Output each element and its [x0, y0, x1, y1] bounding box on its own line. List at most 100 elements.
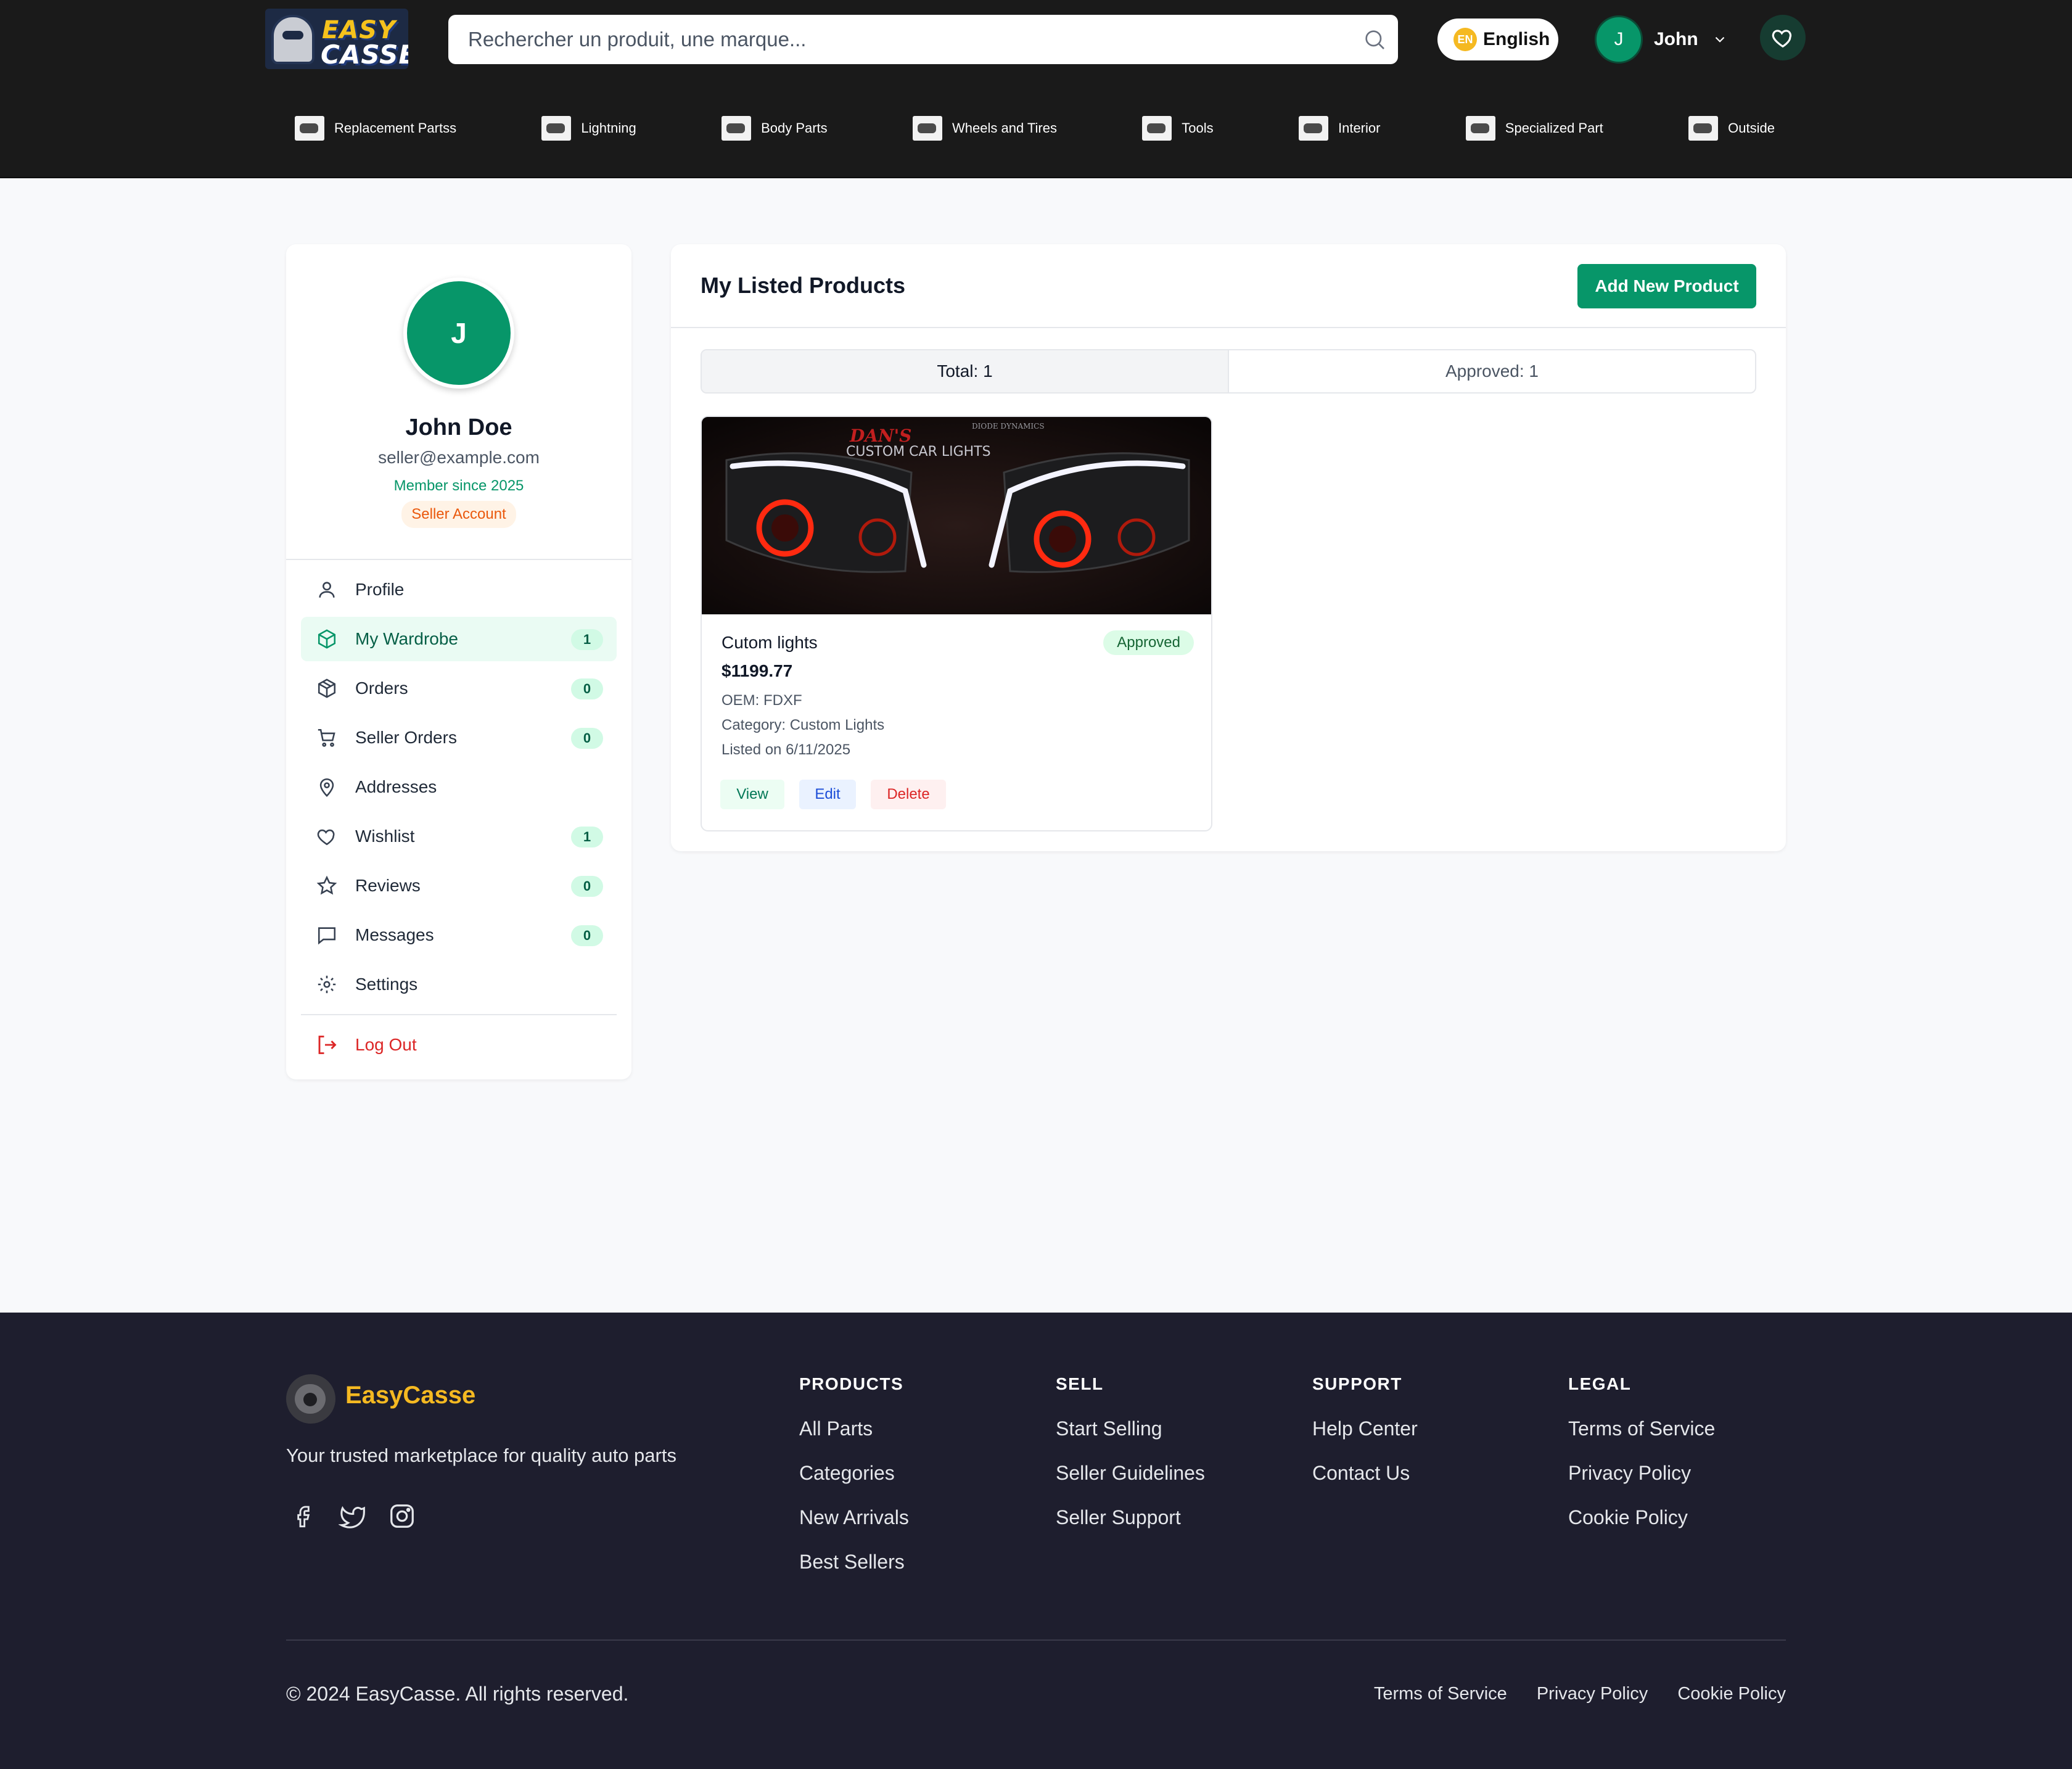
- footer-link-help-center[interactable]: Help Center: [1312, 1417, 1418, 1462]
- category-nav: Replacement Partss Lightning Body Parts …: [295, 115, 1775, 142]
- logout-label: Log Out: [355, 1035, 417, 1054]
- footer-link-seller-guidelines[interactable]: Seller Guidelines: [1056, 1462, 1205, 1506]
- menu-item-label: Addresses: [355, 777, 437, 796]
- footer-link-terms[interactable]: Terms of Service: [1568, 1417, 1715, 1462]
- specialized-part-icon: [1465, 116, 1495, 141]
- footer-link-cookie[interactable]: Cookie Policy: [1568, 1506, 1715, 1551]
- footer-link-new-arrivals[interactable]: New Arrivals: [799, 1506, 909, 1551]
- image-subcaption: CUSTOM CAR LIGHTS: [846, 444, 991, 460]
- footer-link-privacy[interactable]: Privacy Policy: [1568, 1462, 1715, 1506]
- logout-icon: [314, 1033, 339, 1057]
- category-label: Replacement Partss: [334, 120, 457, 136]
- category-replacement-parts[interactable]: Replacement Partss: [295, 116, 456, 141]
- mascot-icon: [271, 15, 314, 64]
- bottom-link-cookie[interactable]: Cookie Policy: [1677, 1684, 1786, 1704]
- add-new-product-button[interactable]: Add New Product: [1577, 264, 1756, 308]
- footer-brand[interactable]: EasyCasse: [345, 1382, 475, 1409]
- footer-logo[interactable]: [286, 1374, 335, 1424]
- star-icon: [314, 873, 339, 898]
- menu-item-addresses[interactable]: Addresses: [301, 765, 617, 809]
- category-lightning[interactable]: Lightning: [541, 116, 636, 141]
- view-button[interactable]: View: [720, 780, 784, 809]
- logo-text-bottom: CASSE: [321, 39, 408, 69]
- footer-link-start-selling[interactable]: Start Selling: [1056, 1417, 1205, 1462]
- category-label: Specialized Part: [1505, 120, 1603, 136]
- category-tools[interactable]: Tools: [1142, 116, 1214, 141]
- product-filter-tabs: Total: 1 Approved: 1: [701, 349, 1756, 394]
- count-badge: 0: [571, 678, 603, 699]
- menu-item-label: Profile: [355, 580, 405, 599]
- count-badge: 0: [571, 728, 603, 749]
- profile-name: John Doe: [405, 414, 512, 440]
- footer-link-contact-us[interactable]: Contact Us: [1312, 1462, 1418, 1506]
- message-icon: [314, 923, 339, 947]
- bottom-link-privacy[interactable]: Privacy Policy: [1537, 1684, 1648, 1704]
- category-label: Lightning: [581, 120, 636, 136]
- product-name[interactable]: Cutom lights: [722, 633, 818, 653]
- search-bar: [448, 15, 1398, 64]
- menu-item-seller-orders[interactable]: Seller Orders 0: [301, 715, 617, 760]
- count-badge: 0: [571, 925, 603, 946]
- category-specialized-part[interactable]: Specialized Part: [1465, 116, 1603, 141]
- tab-total[interactable]: Total: 1: [702, 350, 1228, 392]
- headlight-icon: [541, 116, 572, 141]
- category-label: Outside: [1728, 120, 1775, 136]
- footer-col-heading: SELL: [1056, 1374, 1104, 1393]
- menu-item-my-wardrobe[interactable]: My Wardrobe 1: [301, 617, 617, 661]
- count-badge: 0: [571, 876, 603, 897]
- delete-button[interactable]: Delete: [871, 780, 946, 809]
- menu-item-label: My Wardrobe: [355, 629, 459, 648]
- footer-link-best-sellers[interactable]: Best Sellers: [799, 1551, 909, 1595]
- category-label: Interior: [1338, 120, 1381, 136]
- search-icon[interactable]: [1362, 27, 1387, 52]
- search-input[interactable]: [468, 15, 1331, 64]
- divider: [301, 1014, 617, 1015]
- category-body-parts[interactable]: Body Parts: [722, 116, 828, 141]
- footer-col-sell: SELL Start Selling Seller Guidelines Sel…: [1056, 1374, 1205, 1551]
- footer-link-all-parts[interactable]: All Parts: [799, 1417, 909, 1462]
- count-badge: 1: [571, 629, 603, 650]
- menu-item-reviews[interactable]: Reviews 0: [301, 864, 617, 908]
- image-caption: DAN'S: [850, 426, 912, 446]
- image-brand-caption: DIODE DYNAMICS: [972, 422, 1045, 431]
- category-outside[interactable]: Outside: [1688, 116, 1775, 141]
- footer-col-support: SUPPORT Help Center Contact Us: [1312, 1374, 1418, 1506]
- car-exterior-icon: [1688, 116, 1719, 141]
- category-interior[interactable]: Interior: [1298, 116, 1381, 141]
- facebook-icon[interactable]: [286, 1499, 321, 1533]
- language-selector[interactable]: EN English: [1437, 19, 1558, 60]
- site-logo[interactable]: EASY CASSE: [265, 9, 408, 69]
- wishlist-button[interactable]: [1760, 15, 1806, 60]
- map-pin-icon: [314, 775, 339, 799]
- footer-link-categories[interactable]: Categories: [799, 1462, 909, 1506]
- menu-item-settings[interactable]: Settings: [301, 962, 617, 1007]
- menu-item-label: Messages: [355, 925, 434, 944]
- logout-button[interactable]: Log Out: [314, 1023, 417, 1067]
- heart-icon: [1772, 30, 1792, 48]
- menu-item-orders[interactable]: Orders 0: [301, 666, 617, 711]
- category-label: Wheels and Tires: [952, 120, 1057, 136]
- instagram-icon[interactable]: [385, 1499, 419, 1533]
- account-type-badge: Seller Account: [401, 501, 516, 528]
- profile-email: seller@example.com: [378, 448, 540, 467]
- copyright: © 2024 EasyCasse. All rights reserved.: [286, 1683, 629, 1705]
- status-badge: Approved: [1103, 630, 1194, 655]
- menu-item-messages[interactable]: Messages 0: [301, 913, 617, 957]
- twitter-icon[interactable]: [335, 1499, 370, 1533]
- tab-approved[interactable]: Approved: 1: [1228, 350, 1755, 392]
- user-avatar: J: [1595, 15, 1643, 64]
- menu-item-profile[interactable]: Profile: [301, 567, 617, 612]
- divider: [286, 1639, 1786, 1641]
- product-image[interactable]: DAN'S CUSTOM CAR LIGHTS DIODE DYNAMICS: [702, 417, 1211, 614]
- category-wheels-tires[interactable]: Wheels and Tires: [913, 116, 1057, 141]
- tools-icon: [1142, 116, 1172, 141]
- user-menu[interactable]: J John: [1595, 15, 1728, 64]
- edit-button[interactable]: Edit: [799, 780, 856, 809]
- member-since: Member since 2025: [393, 477, 524, 494]
- heart-icon: [314, 824, 339, 849]
- cart-icon: [314, 725, 339, 750]
- bottom-link-terms[interactable]: Terms of Service: [1374, 1684, 1507, 1704]
- engine-part-icon: [295, 116, 324, 141]
- menu-item-wishlist[interactable]: Wishlist 1: [301, 814, 617, 859]
- footer-link-seller-support[interactable]: Seller Support: [1056, 1506, 1205, 1551]
